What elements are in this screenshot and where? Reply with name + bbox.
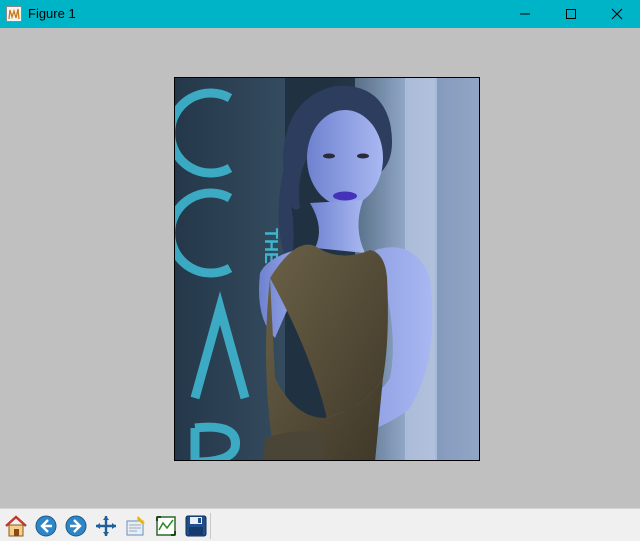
displayed-photo: THE xyxy=(175,78,479,460)
pan-move-icon xyxy=(96,516,116,536)
home-icon xyxy=(5,515,27,537)
home-button[interactable] xyxy=(2,512,30,540)
forward-arrow-icon xyxy=(65,515,87,537)
subplots-button[interactable] xyxy=(152,512,180,540)
window-titlebar[interactable]: Figure 1 xyxy=(0,0,640,28)
figure-canvas[interactable]: THE xyxy=(0,28,640,508)
save-button[interactable] xyxy=(182,512,210,540)
close-icon xyxy=(611,8,623,20)
maximize-icon xyxy=(566,9,576,19)
toolbar-separator xyxy=(210,513,211,539)
image-axes: THE xyxy=(174,77,480,461)
close-button[interactable] xyxy=(594,0,640,28)
pan-button[interactable] xyxy=(92,512,120,540)
window-title: Figure 1 xyxy=(28,6,76,21)
forward-button[interactable] xyxy=(62,512,90,540)
minimize-icon xyxy=(520,13,530,15)
back-arrow-icon xyxy=(35,515,57,537)
save-disk-icon xyxy=(185,515,207,537)
zoom-rect-icon xyxy=(126,516,145,536)
subplots-config-icon xyxy=(156,516,176,536)
minimize-button[interactable] xyxy=(502,0,548,28)
matplotlib-figure-icon xyxy=(6,6,22,22)
zoom-button[interactable] xyxy=(122,512,150,540)
navigation-toolbar xyxy=(0,508,640,541)
back-button[interactable] xyxy=(32,512,60,540)
maximize-button[interactable] xyxy=(548,0,594,28)
